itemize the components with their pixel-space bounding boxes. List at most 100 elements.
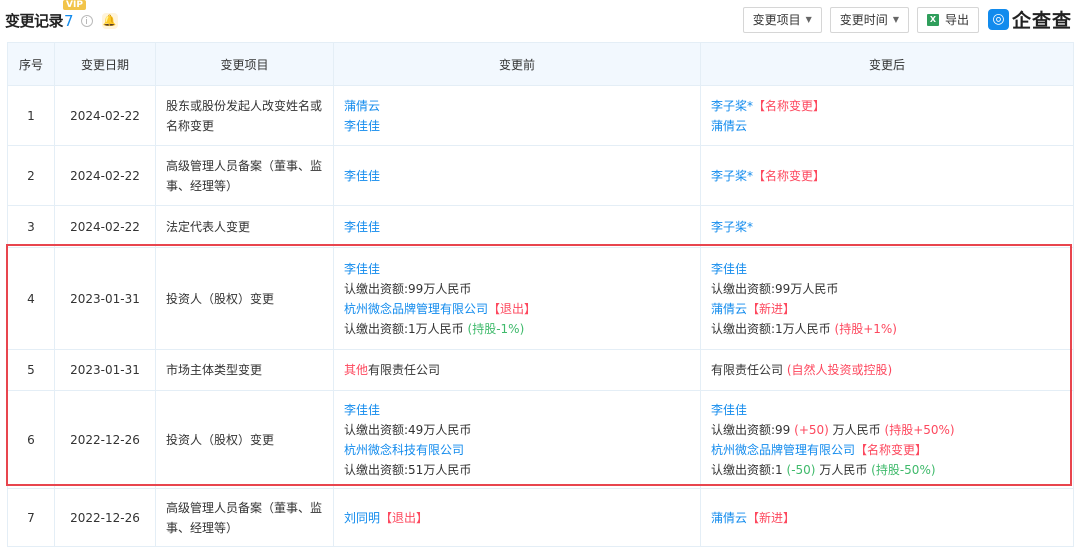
share-change: (持股-1%) <box>467 321 525 336</box>
cell-line: 李佳佳 <box>711 259 1063 279</box>
cell-line: 蒲倩云 <box>711 116 1063 136</box>
share-change: (持股+1%) <box>834 321 897 336</box>
cell-line: 刘同明【退出】 <box>344 508 690 528</box>
column-header: 变更日期 <box>54 42 156 86</box>
vip-badge: VIP <box>63 0 86 10</box>
cell-line: 杭州微念科技有限公司 <box>344 440 690 460</box>
status-tag: 【名称变更】 <box>753 98 826 113</box>
entity-link[interactable]: 刘同明 <box>344 511 380 525</box>
cell-line: 李佳佳 <box>711 400 1063 420</box>
amount-text: 认缴出资额:1万人民币 <box>711 321 831 336</box>
change-date: 2023-01-31 <box>54 247 156 350</box>
share-change: (持股+50%) <box>884 422 955 437</box>
change-item: 投资人（股权）变更 <box>155 247 334 350</box>
change-item: 股东或股份发起人改变姓名或名称变更 <box>155 85 334 146</box>
cell-line: 蒲倩云【新进】 <box>711 299 1063 319</box>
change-records-table: 序号 变更日期 变更项目 变更前 变更后 1 2024-02-22 股东或股份发起人… <box>7 42 1074 547</box>
table-header-row: 序号 变更日期 变更项目 变更前 变更后 <box>7 42 1074 86</box>
entity-link[interactable]: 蒲倩云 <box>711 511 747 525</box>
brand-name: 企查查 <box>1011 10 1072 32</box>
cell-line: 李佳佳 <box>344 116 690 136</box>
brand-logo: ◎ 企查查 <box>987 6 1072 33</box>
cell-line: 认缴出资额:1万人民币 (持股+1%) <box>711 319 1063 339</box>
entity-link[interactable]: 杭州微念品牌管理有限公司 <box>344 302 488 316</box>
entity-link[interactable]: 杭州微念科技有限公司 <box>344 443 464 457</box>
row-number: 4 <box>7 247 55 350</box>
row-number: 1 <box>7 85 55 146</box>
amount-text: 认缴出资额:99 <box>711 422 791 437</box>
filter-item-dropdown[interactable]: 变更项目 ▼ <box>742 6 822 33</box>
entity-link[interactable]: 李佳佳 <box>711 262 747 276</box>
change-item: 高级管理人员备案（董事、监事、经理等） <box>155 145 334 206</box>
table-row: 6 2022-12-26 投资人（股权）变更 李佳佳 认缴出资额:49万人民币 杭州微念科… <box>7 390 1074 489</box>
cell-line: 杭州微念品牌管理有限公司【退出】 <box>344 299 690 319</box>
entity-link[interactable]: 杭州微念品牌管理有限公司 <box>711 443 855 457</box>
table-row: 2 2024-02-22 高级管理人员备案（董事、监事、经理等） 李佳佳 李子桨*【名称… <box>7 145 1074 206</box>
export-button[interactable]: X 导出 <box>916 6 979 33</box>
status-tag: 【新进】 <box>747 301 796 316</box>
amount-text: 认缴出资额:49万人民币 <box>344 422 472 437</box>
row-number: 5 <box>7 349 55 391</box>
cell-line: 李子桨*【名称变更】 <box>711 96 1063 116</box>
after-cell: 李子桨*【名称变更】 <box>700 145 1074 206</box>
section-header: 变更记录 7 VIP i 🔔 变更项目 ▼ 变更时间 ▼ X 导出 ◎ 企查查 <box>0 0 1080 40</box>
bell-icon[interactable]: 🔔 <box>101 12 118 29</box>
entity-link[interactable]: 李佳佳 <box>711 403 747 417</box>
status-tag: 【退出】 <box>380 510 429 525</box>
entity-link[interactable]: 李佳佳 <box>344 262 380 276</box>
entity-link[interactable]: 蒲倩云 <box>711 302 747 316</box>
export-label: 导出 <box>944 12 969 27</box>
change-item: 市场主体类型变更 <box>155 349 334 391</box>
entity-link[interactable]: 李佳佳 <box>344 220 380 234</box>
cell-line: 李佳佳 <box>344 259 690 279</box>
cell-line: 蒲倩云【新进】 <box>711 508 1063 528</box>
after-cell: 李佳佳 认缴出资额:99 (+50) 万人民币 (持股+50%) 杭州微念品牌管理有… <box>700 390 1074 489</box>
after-cell: 蒲倩云【新进】 <box>700 488 1074 547</box>
unit-text: 万人民币 <box>832 422 881 437</box>
column-header: 变更前 <box>333 42 701 86</box>
after-cell: 李子桨*【名称变更】 蒲倩云 <box>700 85 1074 146</box>
after-cell: 李佳佳 认缴出资额:99万人民币 蒲倩云【新进】 认缴出资额:1万人民币 (持股+1%… <box>700 247 1074 350</box>
change-item: 投资人（股权）变更 <box>155 390 334 489</box>
after-cell: 李佳佳 <box>333 145 701 206</box>
cell-line: 蒲倩云 <box>344 96 690 116</box>
cell-line: 认缴出资额:99 (+50) 万人民币 (持股+50%) <box>711 420 1063 440</box>
entity-link[interactable]: 李佳佳 <box>344 169 380 183</box>
qcc-logo-icon: ◎ <box>987 9 1009 30</box>
row-number: 3 <box>7 205 55 248</box>
column-header: 序号 <box>7 42 55 86</box>
table-row: 7 2022-12-26 高级管理人员备案（董事、监事、经理等） 刘同明【退出】 蒲倩云… <box>7 488 1074 547</box>
change-date: 2024-02-22 <box>54 145 156 206</box>
info-icon[interactable]: i <box>80 14 93 27</box>
cell-line: 李子桨*【名称变更】 <box>711 166 1063 186</box>
amount-text: 认缴出资额:99万人民币 <box>711 281 839 296</box>
amount-text: 有限责任公司 <box>711 363 784 377</box>
entity-link[interactable]: 李子桨* <box>711 99 753 113</box>
entity-link[interactable]: 李子桨* <box>711 169 753 183</box>
entity-link[interactable]: 蒲倩云 <box>344 99 380 113</box>
record-count[interactable]: 7 <box>64 12 74 30</box>
cell-line: 认缴出资额:49万人民币 <box>344 420 690 440</box>
entity-link[interactable]: 李佳佳 <box>344 119 380 133</box>
change-date: 2023-01-31 <box>54 349 156 391</box>
entity-link[interactable]: 蒲倩云 <box>711 119 747 133</box>
after-cell: 李子桨* <box>700 205 1074 248</box>
amount-text: 认缴出资额:99万人民币 <box>344 281 472 296</box>
status-tag: 【名称变更】 <box>855 442 928 457</box>
entity-link[interactable]: 李子桨* <box>711 220 753 234</box>
column-header: 变更项目 <box>155 42 334 86</box>
status-tag: 【名称变更】 <box>753 168 826 183</box>
cell-line: 其他有限责任公司 <box>344 360 690 380</box>
share-change: (持股-50%) <box>871 462 936 477</box>
cell-line: 李佳佳 <box>344 217 690 237</box>
cell-line: 李佳佳 <box>344 166 690 186</box>
cell-line: 有限责任公司 (自然人投资或控股) <box>711 360 1063 380</box>
after-cell: 有限责任公司 (自然人投资或控股) <box>700 349 1074 391</box>
entity-link[interactable]: 李佳佳 <box>344 403 380 417</box>
cell-line: 认缴出资额:1 (-50) 万人民币 (持股-50%) <box>711 460 1063 480</box>
section-title: 变更记录 <box>5 12 64 30</box>
change-date: 2022-12-26 <box>54 488 156 547</box>
cell-line: 杭州微念品牌管理有限公司【名称变更】 <box>711 440 1063 460</box>
unit-text: 万人民币 <box>819 462 868 477</box>
filter-time-dropdown[interactable]: 变更时间 ▼ <box>829 6 909 33</box>
